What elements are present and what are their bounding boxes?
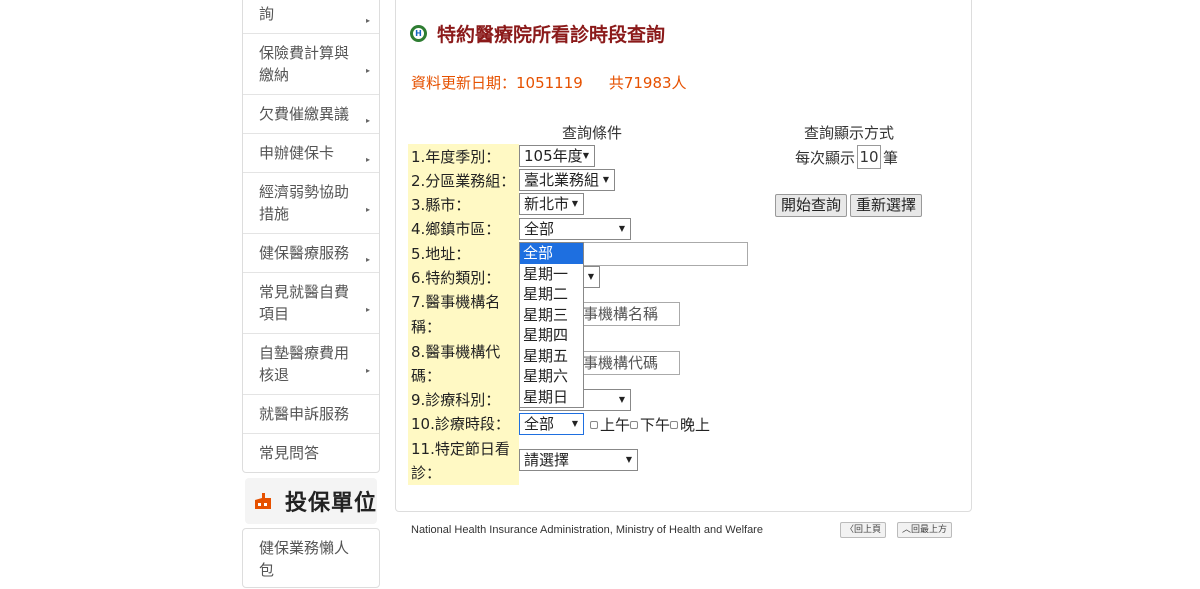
dropdown-option[interactable]: 星期日 <box>520 387 583 408</box>
org-code-label-line1: 8.醫事機構代 <box>411 343 501 361</box>
chevron-right-icon: ▸ <box>365 66 370 75</box>
factory-icon <box>253 491 273 511</box>
back-button[interactable]: 〈回上頁 <box>840 522 887 538</box>
dropdown-option[interactable]: 星期四 <box>520 325 583 346</box>
chevron-right-icon: ▸ <box>365 366 370 375</box>
year-label: 1.年度季別： <box>411 148 501 166</box>
dropdown-arrow-icon: ▼ <box>582 151 589 160</box>
nhi-logo-icon: H <box>410 25 427 42</box>
sidebar-item-label: 保險費計算與繳納 <box>259 44 350 84</box>
dropdown-option[interactable]: 全部 <box>520 243 583 264</box>
chevron-right-icon: ▸ <box>365 305 370 314</box>
per-page-control: 每次顯示 10 筆 <box>795 145 898 169</box>
sidebar-item-arrears-objection[interactable]: 欠費催繳異議 ▸ <box>243 95 379 134</box>
district-select[interactable]: 臺北業務組 ▼ <box>519 169 615 191</box>
checkbox-night[interactable] <box>670 420 679 429</box>
town-label: 4.鄉鎮市區： <box>411 220 501 238</box>
sidebar-item-inquiry[interactable]: 詢 ▸ <box>243 0 379 34</box>
sidebar-item-self-pay-items[interactable]: 常見就醫自費項目 ▸ <box>243 273 379 334</box>
sidebar-item-premium-payment[interactable]: 保險費計算與繳納 ▸ <box>243 34 379 95</box>
sidebar-item-faq[interactable]: 常見問答 <box>243 434 379 472</box>
sidebar-item-label: 常見問答 <box>259 444 320 462</box>
org-code-label-line2: 碼： <box>411 367 442 385</box>
update-date: 資料更新日期：1051119 <box>411 74 583 92</box>
address-label: 5.地址： <box>411 245 471 263</box>
city-select[interactable]: 新北市 ▼ <box>519 193 584 215</box>
sidebar-item-medical-services[interactable]: 健保醫療服務 ▸ <box>243 234 379 273</box>
dropdown-arrow-icon: ▼ <box>625 455 632 464</box>
town-select[interactable]: 全部 ▼ <box>519 218 631 240</box>
sidebar-item-label: 就醫申訴服務 <box>259 405 350 423</box>
holiday-label-line1: 11.特定節日看 <box>411 440 510 458</box>
chevron-right-icon: ▸ <box>365 205 370 214</box>
sidebar-item-label: 健保業務懶人包 <box>259 539 350 579</box>
footer-text: National Health Insurance Administration… <box>411 524 763 536</box>
sidebar-item-reimbursement[interactable]: 自墊醫療費用核退 ▸ <box>243 334 379 395</box>
dropdown-arrow-icon: ▼ <box>571 199 578 208</box>
dept-label: 9.診療科別： <box>411 391 501 409</box>
sidebar-item-label: 欠費催繳異議 <box>259 105 350 123</box>
dropdown-option[interactable]: 星期二 <box>520 284 583 305</box>
chevron-right-icon: ▸ <box>365 255 370 264</box>
org-name-label-line2: 稱： <box>411 318 442 336</box>
sidebar-item-complaint[interactable]: 就醫申訴服務 <box>243 395 379 434</box>
session-dropdown-list: 全部 星期一 星期二 星期三 星期四 星期五 星期六 星期日 <box>519 242 584 408</box>
sidebar-item-label: 健保醫療服務 <box>259 244 350 262</box>
sidebar-menu: 詢 ▸ 保險費計算與繳納 ▸ 欠費催繳異議 ▸ 申辦健保卡 ▸ 經濟弱勢協助措施 ▸ 健保… <box>242 0 380 473</box>
dropdown-arrow-icon: ▼ <box>587 272 594 281</box>
chevron-right-icon: ▸ <box>365 116 370 125</box>
sidebar-menu-insured-unit: 健保業務懶人包 <box>242 528 380 588</box>
per-page-input[interactable]: 10 <box>857 145 882 169</box>
sidebar-item-economic-assistance[interactable]: 經濟弱勢協助措施 ▸ <box>243 173 379 234</box>
holiday-select[interactable]: 請選擇 ▼ <box>519 449 638 471</box>
section-header-insured-unit: 投保單位 <box>245 478 377 524</box>
sidebar-item-business-guide[interactable]: 健保業務懶人包 <box>243 529 379 589</box>
sidebar-item-label: 常見就醫自費項目 <box>259 283 350 323</box>
sidebar-item-label: 自墊醫療費用核退 <box>259 344 350 384</box>
display-header: 查詢顯示方式 <box>804 124 895 142</box>
session-label: 10.診療時段： <box>411 415 510 433</box>
search-button[interactable]: 開始查詢 <box>775 194 848 217</box>
holiday-label-line2: 診： <box>411 464 442 482</box>
chevron-right-icon: ▸ <box>365 16 370 25</box>
session-select[interactable]: 全部 ▼ <box>519 413 584 435</box>
chevron-right-icon: ▸ <box>365 155 370 164</box>
dropdown-arrow-icon: ▼ <box>618 224 625 233</box>
sidebar-item-health-card[interactable]: 申辦健保卡 ▸ <box>243 134 379 173</box>
dropdown-arrow-icon: ▼ <box>618 395 625 404</box>
dropdown-option[interactable]: 星期三 <box>520 305 583 326</box>
session-checkbox-group: 上午 下午 晚上 <box>590 414 710 435</box>
conditions-header: 查詢條件 <box>562 124 623 142</box>
checkbox-am[interactable] <box>590 420 598 429</box>
sidebar-item-label: 經濟弱勢協助措施 <box>259 183 350 223</box>
type-label: 6.特約類別： <box>411 269 501 287</box>
dropdown-arrow-icon: ▼ <box>602 175 609 184</box>
dropdown-option[interactable]: 星期一 <box>520 264 583 285</box>
dropdown-option[interactable]: 星期五 <box>520 346 583 367</box>
district-label: 2.分區業務組： <box>411 172 516 190</box>
section-title: 投保單位 <box>285 491 378 516</box>
org-name-label-line1: 7.醫事機構名 <box>411 293 501 311</box>
checkbox-pm[interactable] <box>630 420 639 429</box>
dropdown-arrow-icon: ▼ <box>571 419 578 428</box>
page-title: H 特約醫療院所看診時段查詢 <box>410 20 665 47</box>
reset-button[interactable]: 重新選擇 <box>850 194 923 217</box>
dropdown-option[interactable]: 星期六 <box>520 366 583 387</box>
back-to-top-button[interactable]: ︿回最上方 <box>897 522 953 538</box>
city-label: 3.縣市： <box>411 196 471 214</box>
page-heading: 特約醫療院所看診時段查詢 <box>437 24 666 46</box>
total-count: 共71983人 <box>608 74 687 92</box>
sidebar-item-label: 詢 <box>259 5 275 23</box>
update-info: 資料更新日期：1051119 共71983人 <box>411 72 713 93</box>
sidebar-item-label: 申辦健保卡 <box>259 144 335 162</box>
year-select[interactable]: 105年度 ▼ <box>519 145 595 167</box>
